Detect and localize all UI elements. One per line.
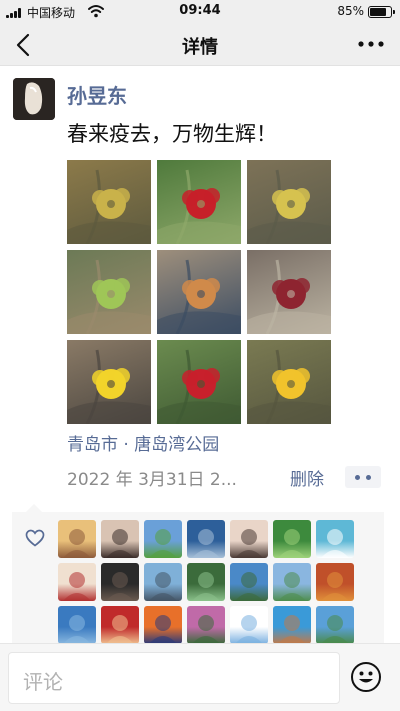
post-actions-button[interactable] — [345, 466, 381, 488]
post-location[interactable]: 青岛市 · 唐岛湾公园 — [67, 430, 219, 455]
liker-avatar-girl[interactable] — [101, 520, 139, 558]
liker-avatar-coast[interactable] — [144, 563, 182, 601]
liker-avatar-bunny[interactable] — [230, 606, 268, 644]
liker-avatar-sea[interactable] — [187, 520, 225, 558]
photo-red-camellia[interactable] — [157, 160, 241, 244]
comment-input[interactable]: 评论 — [8, 652, 340, 704]
photo-pansy-garden[interactable] — [247, 340, 331, 424]
battery-icon — [368, 6, 395, 18]
comment-bar: 评论 — [0, 643, 400, 711]
delete-button[interactable]: 删除 — [290, 465, 324, 490]
battery-percent: 85% — [337, 4, 364, 18]
liker-avatar-orchid[interactable] — [187, 606, 225, 644]
liker-avatar-grassland[interactable] — [273, 563, 311, 601]
author-avatar[interactable] — [13, 78, 55, 120]
liker-avatar-dark-girl[interactable] — [101, 563, 139, 601]
emoji-smiley-icon[interactable] — [350, 661, 382, 693]
likes-panel — [12, 512, 384, 644]
photo-yellow-pansy[interactable] — [67, 340, 151, 424]
photo-red-leaves[interactable] — [247, 250, 331, 334]
photo-forsythia[interactable] — [67, 160, 151, 244]
page-title: 详情 — [182, 37, 218, 58]
comment-placeholder: 评论 — [23, 670, 63, 694]
liker-avatar-woman[interactable] — [230, 520, 268, 558]
heart-outline-icon — [25, 529, 45, 547]
more-dots-icon[interactable] — [356, 34, 386, 54]
author-name[interactable]: 孙昱东 — [67, 80, 127, 109]
liker-avatar-succulent[interactable] — [187, 563, 225, 601]
photo-yellow-branch[interactable] — [247, 160, 331, 244]
status-bar: 中国移动 09:44 85% — [0, 0, 400, 24]
liker-avatar-anime[interactable] — [58, 563, 96, 601]
likes-caret — [26, 504, 42, 512]
post-timestamp: 2022 年 3月31日 2... — [67, 470, 237, 490]
liker-avatar-cat[interactable] — [58, 520, 96, 558]
photo-red-daisy[interactable] — [157, 340, 241, 424]
liker-avatar-sunset[interactable] — [144, 606, 182, 644]
photo-grid — [67, 160, 332, 424]
liker-avatar-cartoon-red[interactable] — [101, 606, 139, 644]
liker-avatar-island[interactable] — [316, 606, 354, 644]
photo-ferris-wheel[interactable] — [157, 250, 241, 334]
liker-avatar-autumn[interactable] — [316, 563, 354, 601]
liker-avatar-river[interactable] — [58, 606, 96, 644]
navigation-bar: 详情 — [0, 24, 400, 66]
liker-avatar-lotus[interactable] — [273, 520, 311, 558]
liker-avatar-lake[interactable] — [230, 563, 268, 601]
liker-avatar-seal[interactable] — [316, 520, 354, 558]
liker-avatar-field[interactable] — [144, 520, 182, 558]
photo-green-bud[interactable] — [67, 250, 151, 334]
post-text: 春来疫去，万物生辉！ — [67, 122, 277, 146]
liker-avatar-cartoon-boy[interactable] — [273, 606, 311, 644]
